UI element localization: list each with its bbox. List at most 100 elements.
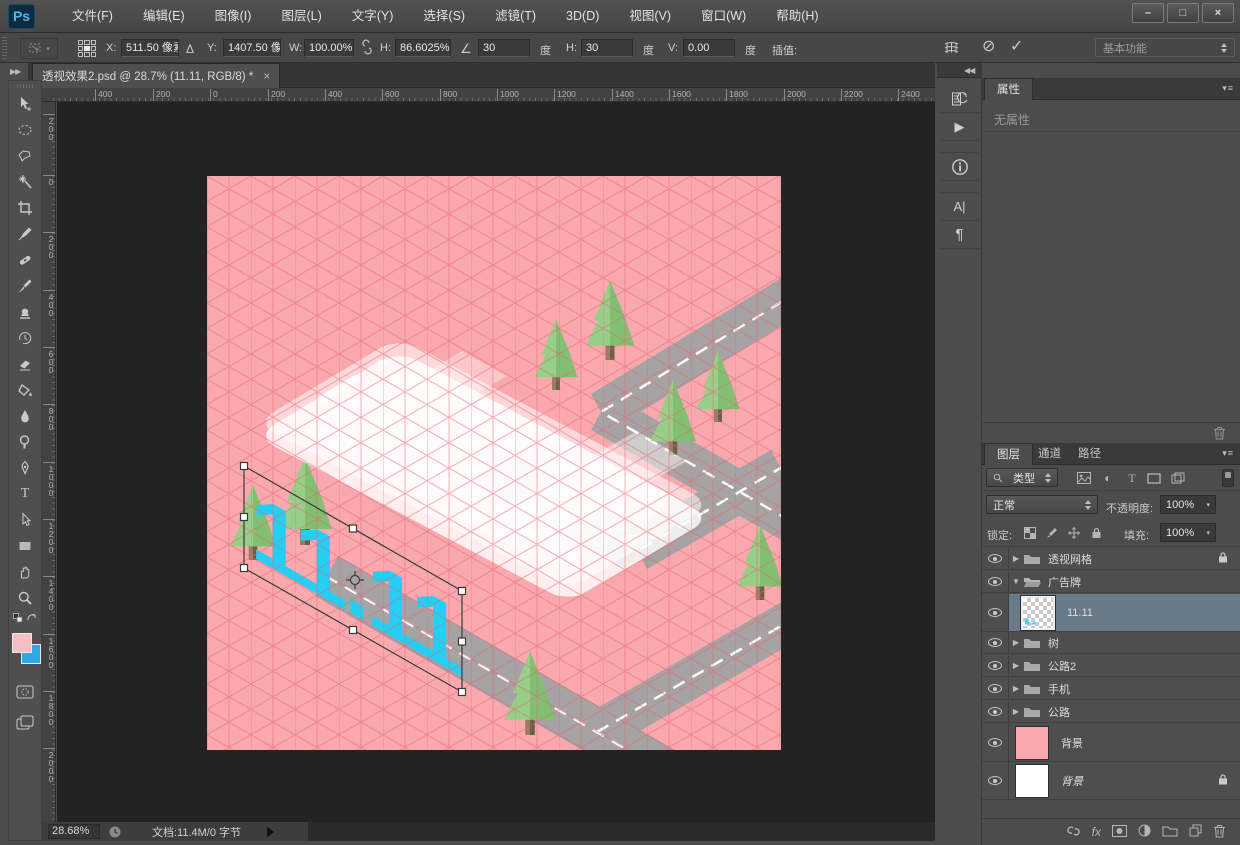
paragraph-panel-icon[interactable]: ¶ <box>939 221 980 249</box>
menu-file[interactable]: 文件(F) <box>57 0 128 32</box>
info-panel-icon[interactable] <box>939 153 980 181</box>
layer-thumbnail[interactable] <box>1015 726 1049 760</box>
screen-mode-button[interactable] <box>9 709 41 735</box>
warp-mode-toggle-icon[interactable] <box>943 40 960 59</box>
clone-stamp-tool[interactable] <box>9 299 41 325</box>
lock-pixels-icon[interactable] <box>1042 524 1062 542</box>
visibility-toggle[interactable] <box>982 701 1009 722</box>
tab-paths[interactable]: 路径 <box>1066 443 1113 465</box>
h-input[interactable]: 86.6025% <box>395 39 451 57</box>
menu-3d[interactable]: 3D(D) <box>551 0 614 32</box>
horizontal-ruler[interactable]: 400 200 0 200 400 600 800 1000 1200 1400… <box>42 88 935 102</box>
visibility-toggle[interactable] <box>982 678 1009 699</box>
layer-thumbnail[interactable] <box>1021 596 1055 630</box>
layer-row-perspective-grid[interactable]: ▶ 透视网格 <box>982 548 1240 570</box>
swap-colors-icon[interactable] <box>26 613 37 625</box>
tab-properties[interactable]: 属性 <box>984 78 1033 100</box>
adjustment-layer-icon[interactable] <box>1138 824 1151 840</box>
panel-menu-icon[interactable]: ▾≡ <box>1222 83 1234 94</box>
filter-smart-objects-icon[interactable] <box>1168 469 1188 487</box>
cancel-transform-icon[interactable]: ⊘ <box>982 39 995 55</box>
opacity-value[interactable]: 100%▾ <box>1160 495 1216 514</box>
filter-shape-layers-icon[interactable] <box>1144 469 1164 487</box>
expand-arrow-icon[interactable]: ▶ <box>1009 554 1023 563</box>
default-colors-icon[interactable] <box>13 613 23 625</box>
actions-panel-icon[interactable]: ▶ <box>939 113 980 141</box>
relative-position-icon[interactable]: Δ <box>186 41 194 57</box>
type-tool[interactable]: T <box>9 481 41 507</box>
polygonal-lasso-tool[interactable] <box>9 143 41 169</box>
layer-thumbnail[interactable] <box>1015 764 1049 798</box>
new-layer-icon[interactable] <box>1189 824 1202 840</box>
lock-transparency-icon[interactable] <box>1020 524 1040 542</box>
menu-filter[interactable]: 滤镜(T) <box>480 0 551 32</box>
history-brush-tool[interactable] <box>9 325 41 351</box>
eraser-tool[interactable] <box>9 351 41 377</box>
layer-style-icon[interactable]: fx <box>1092 825 1101 839</box>
document-tab[interactable]: 透视效果2.psd @ 28.7% (11.11, RGB/8) * × <box>32 63 280 88</box>
h-skew-input[interactable]: 30 <box>581 39 633 57</box>
dock-collapse-button[interactable]: ◀◀ <box>964 66 974 75</box>
blur-tool[interactable] <box>9 403 41 429</box>
visibility-toggle[interactable] <box>982 632 1009 653</box>
visibility-toggle[interactable] <box>982 762 1009 799</box>
layer-row-trees-group[interactable]: ▶ 树 <box>982 632 1240 654</box>
toolbox-grip[interactable] <box>17 84 33 88</box>
layer-row-phone-group[interactable]: ▶ 手机 <box>982 678 1240 700</box>
maximize-button[interactable]: □ <box>1167 3 1199 23</box>
path-selection-tool[interactable] <box>9 507 41 533</box>
zoom-level-field[interactable]: 28.68% <box>48 824 100 839</box>
tab-close-icon[interactable]: × <box>263 69 270 83</box>
panel-menu-icon[interactable]: ▾≡ <box>1222 448 1234 459</box>
menu-layer[interactable]: 图层(L) <box>266 0 336 32</box>
link-dimensions-icon[interactable] <box>360 39 374 58</box>
layer-row-1111[interactable]: 11.11 <box>982 594 1240 632</box>
dodge-tool[interactable] <box>9 429 41 455</box>
y-input[interactable]: 1407.50 像素 <box>223 39 281 57</box>
reference-point-locator[interactable] <box>76 38 98 59</box>
filter-adjustment-layers-icon[interactable]: ◐ <box>1098 469 1118 487</box>
blend-mode-dropdown[interactable]: 正常 <box>986 495 1098 514</box>
vertical-ruler[interactable]: 200 0 200 400 600 800 1000 1200 1400 160… <box>42 102 56 822</box>
quick-mask-mode-button[interactable] <box>9 679 41 705</box>
menu-select[interactable]: 选择(S) <box>408 0 480 32</box>
magic-wand-tool[interactable] <box>9 169 41 195</box>
filter-pixel-layers-icon[interactable] <box>1074 469 1094 487</box>
foreground-color-swatch[interactable] <box>12 633 32 653</box>
brush-tool[interactable] <box>9 273 41 299</box>
expand-arrow-icon[interactable]: ▶ <box>1009 661 1023 670</box>
fill-value[interactable]: 100%▾ <box>1160 523 1216 542</box>
layer-row-pink-background[interactable]: 背景 <box>982 724 1240 762</box>
spot-healing-brush-tool[interactable] <box>9 247 41 273</box>
zoom-tool[interactable] <box>9 585 41 611</box>
layer-row-billboard-group[interactable]: ▼ 广告牌 <box>982 571 1240 593</box>
visibility-toggle[interactable] <box>982 571 1009 592</box>
w-input[interactable]: 100.00% <box>304 39 354 57</box>
expand-arrow-icon[interactable]: ▶ <box>1009 707 1023 716</box>
filter-type-dropdown[interactable]: 类型 <box>986 468 1058 487</box>
hand-tool[interactable] <box>9 559 41 585</box>
menu-help[interactable]: 帮助(H) <box>761 0 833 32</box>
close-button[interactable]: × <box>1202 3 1234 23</box>
workspace-switcher[interactable]: 基本功能 <box>1095 38 1235 57</box>
elliptical-marquee-tool[interactable] <box>9 117 41 143</box>
layer-row-road-group[interactable]: ▶ 公路 <box>982 701 1240 723</box>
pen-tool[interactable] <box>9 455 41 481</box>
menu-type[interactable]: 文字(Y) <box>337 0 409 32</box>
collapse-arrow-icon[interactable]: ▼ <box>1009 577 1023 586</box>
menu-window[interactable]: 窗口(W) <box>686 0 761 32</box>
rotate-input[interactable]: 30 <box>478 39 530 57</box>
visibility-toggle[interactable] <box>982 594 1009 631</box>
minimize-button[interactable]: – <box>1132 3 1164 23</box>
crop-tool[interactable] <box>9 195 41 221</box>
tool-preset-picker[interactable]: ▾ <box>20 38 58 59</box>
canvas-viewport[interactable]: 11.11 <box>57 102 935 822</box>
move-tool[interactable] <box>9 91 41 117</box>
eyedropper-tool[interactable] <box>9 221 41 247</box>
visibility-toggle[interactable] <box>982 548 1009 569</box>
filter-type-layers-icon[interactable]: T <box>1122 469 1142 487</box>
character-panel-icon[interactable]: A| <box>939 193 980 221</box>
link-layers-icon[interactable] <box>1066 825 1081 840</box>
visibility-toggle[interactable] <box>982 655 1009 676</box>
layer-row-background[interactable]: 背景 <box>982 762 1240 800</box>
